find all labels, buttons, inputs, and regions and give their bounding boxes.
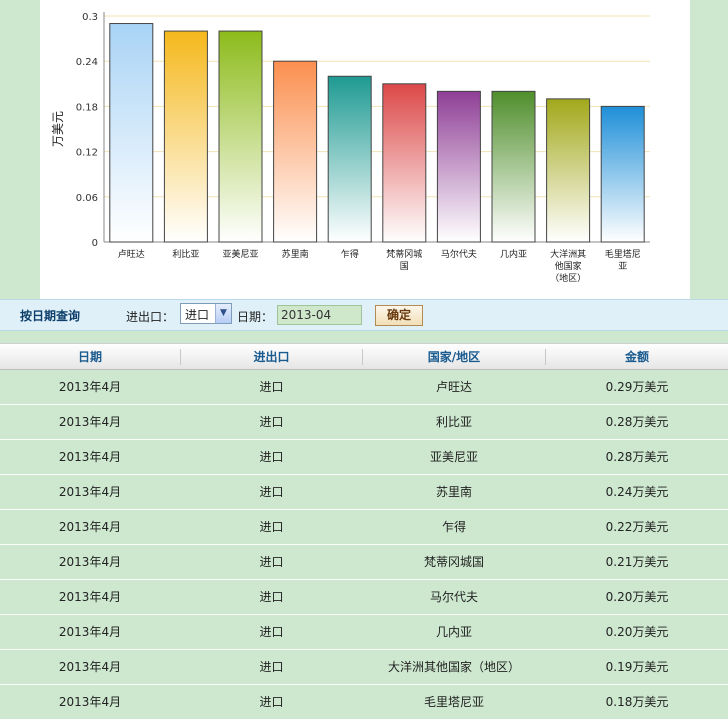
cell-date: 2013年4月 <box>58 520 122 534</box>
x-tick-label: 马尔代夫 <box>441 248 477 260</box>
cell-port: 进口 <box>259 380 284 394</box>
query-title: 按日期查询 <box>20 309 81 323</box>
cell-amount: 0.22万美元 <box>605 520 669 534</box>
cell-country: 利比亚 <box>435 415 472 429</box>
cell-date: 2013年4月 <box>58 695 122 709</box>
cell-country: 乍得 <box>441 520 466 534</box>
y-tick-label: 0.18 <box>76 102 98 113</box>
cell-port: 进口 <box>259 520 284 534</box>
cell-date: 2013年4月 <box>58 555 122 569</box>
table-row: 2013年4月 进口 卢旺达 0.29万美元 <box>0 370 728 405</box>
cell-amount: 0.20万美元 <box>605 625 669 639</box>
cell-port: 进口 <box>259 485 284 499</box>
bar <box>382 83 427 243</box>
y-tick-label: 0.12 <box>76 148 98 159</box>
header-amount[interactable]: 金额 <box>546 344 728 370</box>
data-table: 日期 进出口 国家/地区 金额 2013年4月 进口 卢旺达 0.29万美元 2013年… <box>0 343 728 719</box>
header-port[interactable]: 进出口 <box>181 344 362 370</box>
cell-date: 2013年4月 <box>58 660 122 674</box>
chart-panel: 0 0.06 0.12 0.18 0.24 0.3 万美元卢旺达 利比亚 亚美尼亚 苏里南 乍得 梵蒂… <box>40 0 690 299</box>
cell-country: 亚美尼亚 <box>429 450 478 464</box>
cell-amount: 0.29万美元 <box>605 380 669 394</box>
cell-port: 进口 <box>259 415 284 429</box>
cell-amount: 0.19万美元 <box>605 660 669 674</box>
x-tick-label: 毛里塔尼 <box>605 248 641 260</box>
date-label: 日期： <box>237 310 274 324</box>
chevron-down-icon[interactable]: ▼ <box>215 304 231 323</box>
x-tick-label: （地区） <box>550 272 586 284</box>
bar <box>109 23 154 243</box>
cell-country: 苏里南 <box>435 485 472 499</box>
date-input[interactable]: 2013-04 <box>277 305 362 325</box>
bar <box>273 60 318 243</box>
cell-country: 几内亚 <box>435 625 472 639</box>
port-select[interactable]: 进口 ▼ <box>180 303 232 324</box>
bar <box>436 90 481 243</box>
x-tick-label: 乍得 <box>341 248 359 260</box>
cell-date: 2013年4月 <box>58 590 122 604</box>
y-tick-label: 0 <box>92 238 98 249</box>
y-axis-label: 万美元 <box>51 111 65 147</box>
table-row: 2013年4月 进口 利比亚 0.28万美元 <box>0 405 728 440</box>
table-row: 2013年4月 进口 马尔代夫 0.20万美元 <box>0 580 728 615</box>
table-body: 2013年4月 进口 卢旺达 0.29万美元 2013年4月 进口 利比亚 0.28万美元 20… <box>0 370 728 719</box>
y-tick-label: 0.24 <box>76 57 98 68</box>
x-tick-label: 利比亚 <box>172 248 199 260</box>
x-tick-label: 大洋洲其 <box>550 248 586 260</box>
table-header: 日期 进出口 国家/地区 金额 <box>0 343 728 370</box>
cell-amount: 0.24万美元 <box>605 485 669 499</box>
bar <box>218 30 263 243</box>
cell-amount: 0.18万美元 <box>605 695 669 709</box>
cell-country: 梵蒂冈城国 <box>423 555 484 569</box>
x-tick-label: 苏里南 <box>282 248 309 260</box>
table-row: 2013年4月 进口 几内亚 0.20万美元 <box>0 615 728 650</box>
cell-amount: 0.28万美元 <box>605 415 669 429</box>
table-row: 2013年4月 进口 亚美尼亚 0.28万美元 <box>0 440 728 475</box>
port-select-value: 进口 <box>185 308 210 322</box>
date-query-bar: 按日期查询 进出口： 进口 ▼ 日期： 2013-04 确定 <box>0 299 728 331</box>
cell-port: 进口 <box>259 660 284 674</box>
x-tick-label: 亚 <box>618 261 627 272</box>
cell-country: 毛里塔尼亚 <box>423 695 484 709</box>
cell-port: 进口 <box>259 590 284 604</box>
header-date[interactable]: 日期 <box>0 344 180 370</box>
x-tick-label: 梵蒂冈城 <box>386 248 422 260</box>
x-tick-label: 国 <box>400 261 409 272</box>
x-tick-label: 几内亚 <box>500 248 527 260</box>
y-tick-label: 0.06 <box>76 193 98 204</box>
cell-date: 2013年4月 <box>58 415 122 429</box>
cell-port: 进口 <box>259 695 284 709</box>
bar <box>491 90 536 243</box>
header-country[interactable]: 国家/地区 <box>363 344 545 370</box>
x-tick-label: 他国家 <box>555 260 582 272</box>
bar <box>546 98 591 243</box>
cell-date: 2013年4月 <box>58 450 122 464</box>
cell-country: 大洋洲其他国家（地区） <box>387 660 520 674</box>
confirm-button[interactable]: 确定 <box>375 305 423 326</box>
cell-port: 进口 <box>259 555 284 569</box>
cell-port: 进口 <box>259 450 284 464</box>
cell-amount: 0.21万美元 <box>605 555 669 569</box>
cell-amount: 0.20万美元 <box>605 590 669 604</box>
bar <box>163 30 208 243</box>
bar-chart: 0 0.06 0.12 0.18 0.24 0.3 万美元卢旺达 利比亚 亚美尼亚 苏里南 乍得 梵蒂… <box>51 12 650 284</box>
cell-country: 马尔代夫 <box>429 590 478 604</box>
table-row: 2013年4月 进口 乍得 0.22万美元 <box>0 510 728 545</box>
y-tick-label: 0.3 <box>82 12 98 23</box>
cell-date: 2013年4月 <box>58 485 122 499</box>
cell-amount: 0.28万美元 <box>605 450 669 464</box>
x-tick-label: 卢旺达 <box>118 248 145 260</box>
port-label: 进出口： <box>126 310 175 324</box>
cell-port: 进口 <box>259 625 284 639</box>
bar <box>600 105 645 243</box>
table-row: 2013年4月 进口 大洋洲其他国家（地区） 0.19万美元 <box>0 650 728 685</box>
table-row: 2013年4月 进口 毛里塔尼亚 0.18万美元 <box>0 685 728 719</box>
cell-date: 2013年4月 <box>58 380 122 394</box>
cell-date: 2013年4月 <box>58 625 122 639</box>
x-tick-label: 亚美尼亚 <box>222 248 258 260</box>
bar <box>327 75 372 243</box>
table-row: 2013年4月 进口 苏里南 0.24万美元 <box>0 475 728 510</box>
table-row: 2013年4月 进口 梵蒂冈城国 0.21万美元 <box>0 545 728 580</box>
cell-country: 卢旺达 <box>435 380 472 394</box>
